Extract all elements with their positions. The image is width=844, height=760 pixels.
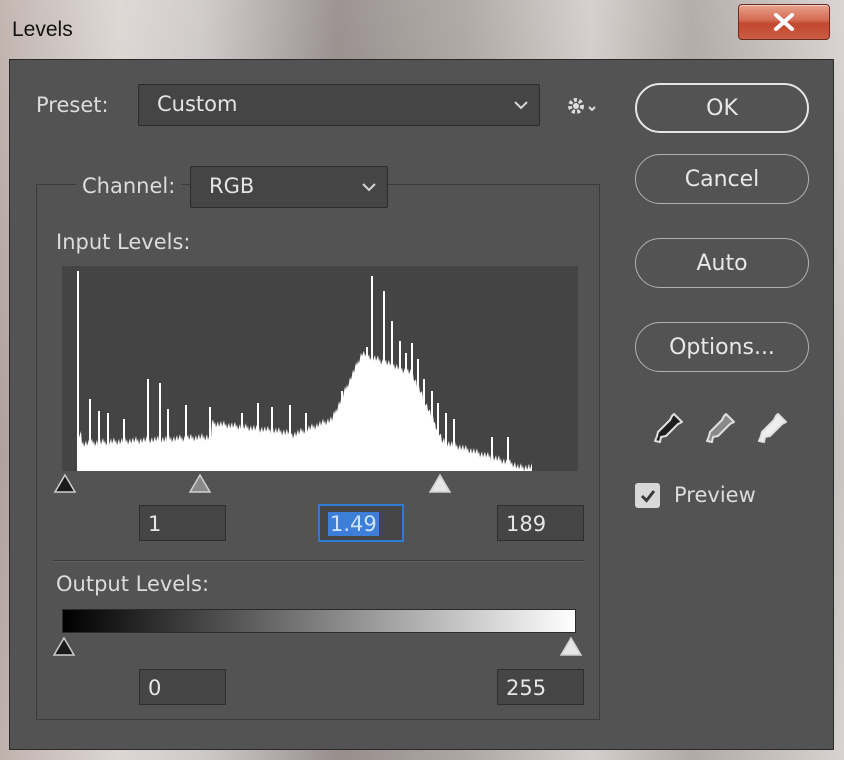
- ok-button[interactable]: OK: [635, 83, 809, 133]
- input-gamma-value: 1.49: [328, 512, 379, 536]
- gear-icon: [568, 98, 596, 114]
- histogram: [62, 266, 578, 471]
- input-white-field[interactable]: 189: [497, 505, 584, 541]
- input-black-field[interactable]: 1: [139, 505, 226, 541]
- close-button[interactable]: [738, 4, 830, 40]
- eyedropper-gray-icon[interactable]: [704, 410, 738, 446]
- dialog-client-area: Preset: Custom Channel: RGB Input Levels…: [9, 59, 834, 750]
- chevron-down-icon: [362, 183, 376, 192]
- histogram-graph: [77, 271, 532, 471]
- eyedropper-white-icon[interactable]: [756, 410, 790, 446]
- preset-value: Custom: [157, 92, 238, 116]
- cancel-button[interactable]: Cancel: [635, 154, 809, 204]
- output-black-field[interactable]: 0: [139, 669, 226, 705]
- preset-label: Preset:: [36, 93, 109, 117]
- input-white-slider[interactable]: [428, 473, 452, 495]
- output-white-field[interactable]: 255: [497, 669, 584, 705]
- window-title: Levels: [12, 18, 73, 41]
- preview-checkbox[interactable]: [635, 483, 660, 508]
- close-icon: [774, 13, 794, 31]
- output-gradient-bar: [62, 609, 576, 633]
- input-levels-label: Input Levels:: [56, 230, 191, 254]
- histogram-body: [77, 350, 532, 471]
- input-gamma-field[interactable]: 1.49: [318, 504, 404, 542]
- input-black-slider[interactable]: [53, 473, 77, 495]
- output-white-slider[interactable]: [559, 636, 583, 658]
- auto-button[interactable]: Auto: [635, 238, 809, 288]
- preset-dropdown[interactable]: Custom: [138, 84, 540, 126]
- chevron-down-icon: [514, 101, 528, 110]
- channel-dropdown[interactable]: RGB: [190, 166, 388, 208]
- options-button[interactable]: Options...: [635, 322, 809, 372]
- output-levels-label: Output Levels:: [56, 572, 210, 596]
- preview-label[interactable]: Preview: [674, 483, 756, 507]
- channel-value: RGB: [209, 174, 255, 198]
- preset-settings-button[interactable]: [566, 95, 600, 121]
- eyedropper-black-icon[interactable]: [652, 410, 686, 446]
- channel-label: Channel:: [76, 174, 182, 198]
- checkmark-icon: [640, 489, 655, 503]
- output-black-slider[interactable]: [52, 636, 76, 658]
- divider-highlight: [54, 561, 584, 562]
- input-gamma-slider[interactable]: [188, 473, 212, 495]
